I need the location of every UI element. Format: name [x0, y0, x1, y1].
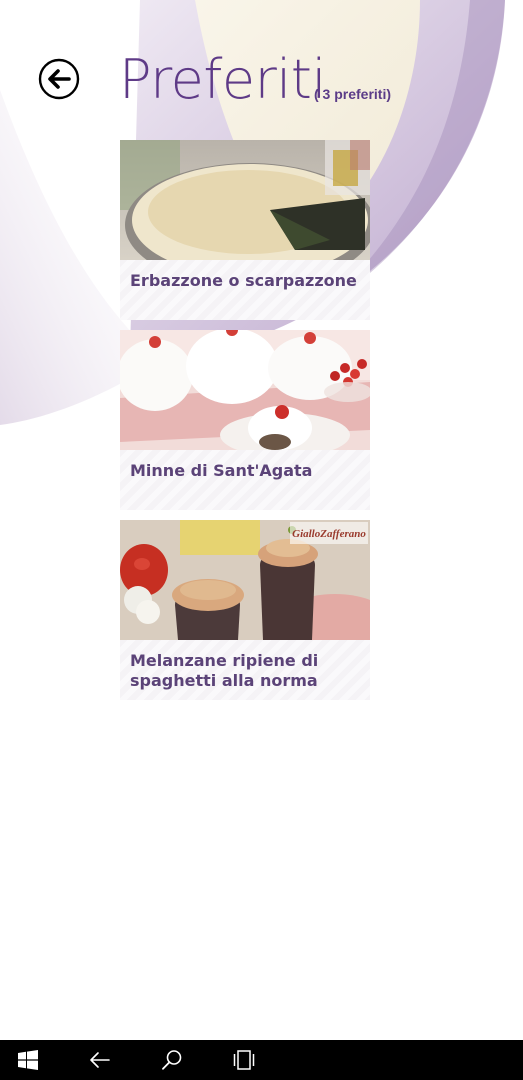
task-view-button[interactable]: [232, 1048, 256, 1072]
back-button[interactable]: [38, 58, 80, 100]
favorite-card[interactable]: Erbazzone o scarpazzone: [120, 140, 370, 320]
back-arrow-circle-icon: [38, 58, 80, 100]
recipe-image-minne: [120, 330, 370, 450]
favorites-count: ( 3 preferiti): [314, 86, 392, 102]
recipe-title: Erbazzone o scarpazzone: [130, 271, 357, 290]
back-arrow-icon: [90, 1052, 110, 1068]
start-button[interactable]: [16, 1048, 40, 1072]
watermark-logo: GialloZafferano: [292, 528, 366, 540]
task-view-icon: [233, 1050, 255, 1070]
recipe-title: Melanzane ripiene di spaghetti alla norm…: [130, 651, 319, 690]
system-navigation-bar: [0, 1040, 523, 1080]
recipe-image-melanzane: GialloZafferano: [120, 520, 370, 640]
nav-back-button[interactable]: [88, 1048, 112, 1072]
page-title: Preferiti: [119, 48, 326, 111]
nav-search-button[interactable]: [160, 1048, 184, 1072]
search-icon: [162, 1050, 182, 1070]
recipe-image-erbazzone: [120, 140, 370, 260]
favorite-card[interactable]: Minne di Sant'Agata: [120, 330, 370, 510]
favorite-card[interactable]: GialloZafferano Melanzane ripiene di spa…: [120, 520, 370, 700]
recipe-title: Minne di Sant'Agata: [130, 461, 313, 480]
windows-start-icon: [18, 1050, 38, 1070]
